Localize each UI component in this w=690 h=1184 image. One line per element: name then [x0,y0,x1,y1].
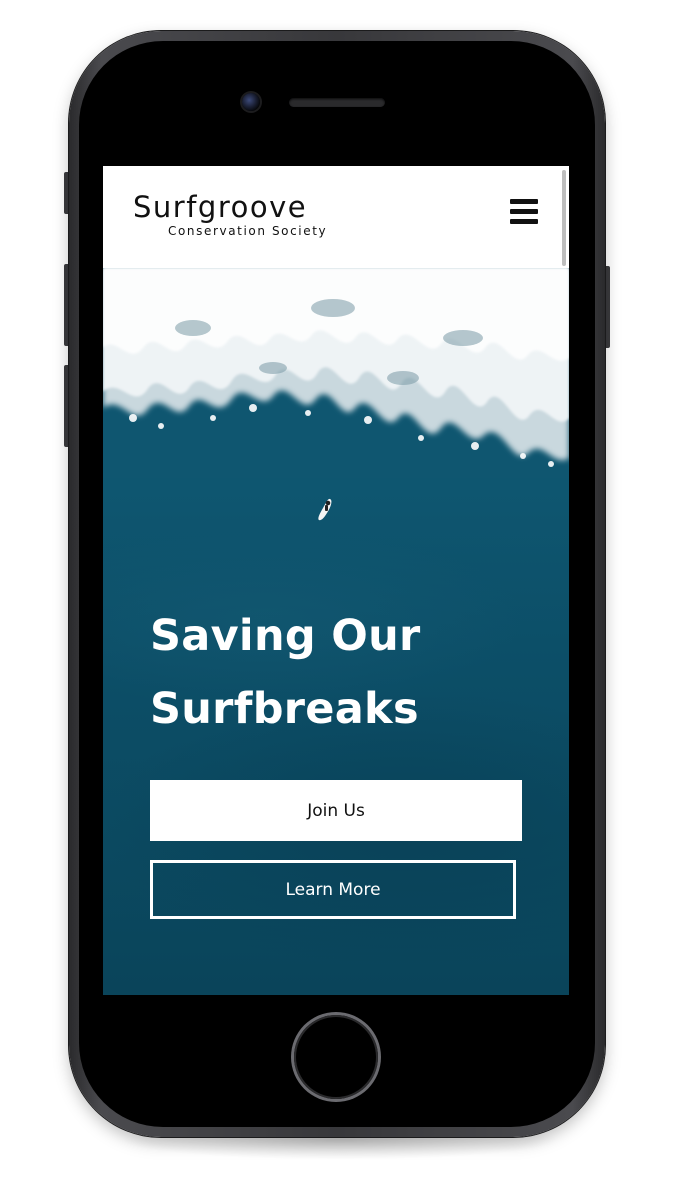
hero-title: Saving Our Surfbreaks [150,611,421,734]
earpiece-speaker [289,98,385,107]
wave-foam-image [103,268,569,478]
menu-bar-top [510,199,538,204]
learn-more-button[interactable]: Learn More [150,860,516,919]
logo-subtitle: Conservation Society [168,224,328,238]
hamburger-menu-icon[interactable] [507,196,541,228]
mockup-stage: Surfgroove Conservation Society Saving O… [0,0,690,1184]
menu-bar-middle [510,209,538,214]
front-camera-icon [242,93,260,111]
hero-section: Saving Our Surfbreaks Join Us Learn More [103,268,569,995]
surfer-icon [318,498,332,521]
site-header: Surfgroove Conservation Society [103,166,569,268]
scrollbar-thumb[interactable] [562,170,566,266]
home-button [294,1015,378,1099]
phone-screen: Surfgroove Conservation Society Saving O… [103,166,569,995]
site-logo[interactable]: Surfgroove Conservation Society [133,190,363,238]
menu-bar-bottom [510,219,538,224]
logo-title: Surfgroove [133,190,308,224]
join-us-button[interactable]: Join Us [150,780,522,841]
